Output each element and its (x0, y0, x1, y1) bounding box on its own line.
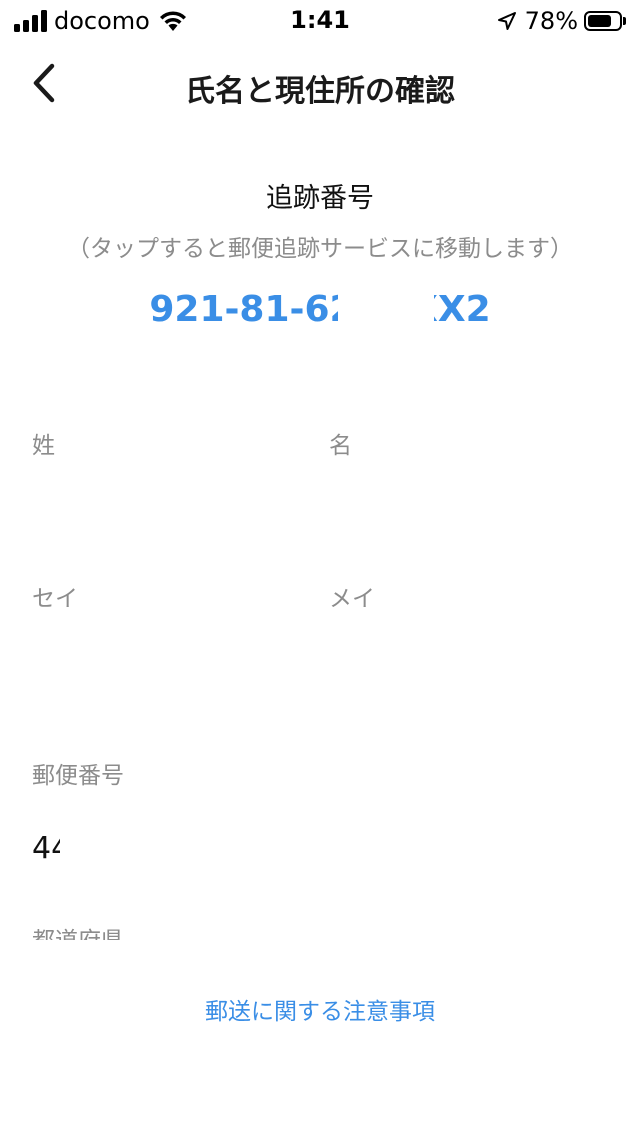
battery-nub (623, 17, 626, 25)
status-bar: docomo 1:41 78% (0, 0, 640, 40)
nav-bar: 氏名と現住所の確認 (0, 40, 640, 130)
tracking-note: （タップすると郵便追跡サービスに移動します） (67, 236, 573, 262)
prefecture-label-text: 都道府県 (32, 928, 124, 940)
first-name-kana-input[interactable] (329, 634, 579, 678)
last-name-kana-label: セイ (32, 586, 78, 612)
first-name-input[interactable] (329, 480, 579, 524)
status-right: 78% (497, 7, 626, 35)
redaction-mask (338, 286, 434, 338)
battery-icon (584, 11, 622, 31)
redaction-mask (60, 818, 260, 878)
page-title: 氏名と現住所の確認 (185, 74, 455, 109)
prefecture-label: 都道府県 (32, 928, 124, 940)
shipping-notice-link[interactable]: 郵送に関する注意事項 (0, 992, 640, 1026)
tracking-number-link[interactable]: 921-81-62XXXX2 (0, 289, 640, 330)
first-name-kana-label: メイ (329, 586, 375, 612)
last-name-input[interactable] (32, 480, 282, 524)
postal-code-label: 郵便番号 (32, 763, 124, 789)
first-name-label: 名 (329, 433, 352, 459)
last-name-kana-input[interactable] (32, 634, 282, 678)
location-arrow-icon (497, 12, 516, 30)
battery-fill (588, 15, 612, 27)
tracking-label: 追跡番号 (266, 183, 374, 214)
last-name-label: 姓 (32, 433, 55, 459)
battery-percent: 78% (524, 7, 578, 35)
